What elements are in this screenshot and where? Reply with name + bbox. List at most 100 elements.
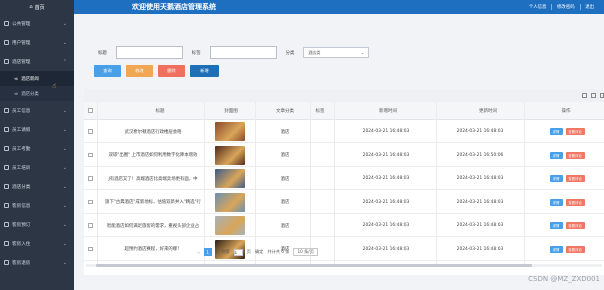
- change-password-link[interactable]: 修改密码: [557, 4, 575, 10]
- col-updated[interactable]: 更新时间: [438, 102, 538, 120]
- row-tag: [310, 120, 334, 143]
- col-title[interactable]: 标题: [102, 102, 218, 120]
- tag-filter-input[interactable]: [209, 46, 277, 59]
- view-comments-button[interactable]: 查看评论: [565, 245, 585, 253]
- sidebar-subitem-0[interactable]: ≪ 酒店新闻: [0, 71, 74, 86]
- bullet-icon: ≪: [14, 76, 19, 81]
- category-select[interactable]: 酒店类 ⌄: [303, 47, 370, 58]
- table-row[interactable]: 旗下"古典酒店"成新地标，估值双新并入"精选"行 酒店 2024-03-21 1…: [84, 191, 604, 214]
- row-category: 酒店: [280, 223, 290, 229]
- row-checkbox[interactable]: [88, 176, 93, 181]
- row-actions: 详情 查看评论: [532, 120, 602, 143]
- divider: [579, 4, 581, 10]
- sidebar-item-11[interactable]: 客房退房 ⌄: [0, 253, 74, 272]
- col-created[interactable]: 新增时间: [338, 102, 438, 120]
- row-checkbox[interactable]: [88, 246, 93, 251]
- goto-confirm-button[interactable]: 确定: [255, 249, 263, 255]
- row-updated: 2024-03-21 16:50:06: [456, 152, 504, 158]
- row-created: 2024-03-21 16:48:03: [362, 152, 410, 158]
- scrollbar-thumb[interactable]: [96, 264, 532, 267]
- page-title: 欢迎使用天鹅酒店管理系统: [132, 3, 216, 11]
- sidebar: ⌂ 首页 公共管理 ⌄ 用户管理 ⌄ 酒店管理 ⌃ ≪ 酒店新闻 ≪ 酒店分类 员工…: [0, 0, 74, 290]
- row-created: 2024-03-21 16:48:03: [362, 129, 410, 134]
- row-updated: 2024-03-21 16:48:03: [456, 129, 504, 134]
- edit-button[interactable]: 修改: [126, 65, 153, 77]
- table-row[interactable]: 武汉希尔顿酒店行政楼层会晤 酒店 2024-03-21 16:48:03 202…: [84, 120, 604, 143]
- tag-filter-label: 标签: [191, 50, 201, 56]
- sidebar-item-4[interactable]: 员工请假 ⌄: [0, 120, 74, 139]
- col-cover: 封面图: [224, 109, 238, 114]
- sidebar-item-2[interactable]: 酒店管理 ⌃: [0, 52, 74, 71]
- row-checkbox[interactable]: [88, 129, 93, 134]
- page-size-select[interactable]: 10 条/页: [293, 248, 318, 256]
- col-tag[interactable]: 标签: [312, 102, 328, 120]
- bullet-icon: ≪: [14, 91, 19, 96]
- sidebar-item-label: 员工培训: [12, 165, 31, 171]
- goto-page-input[interactable]: [233, 248, 243, 256]
- sidebar-item-6[interactable]: 员工培训 ⌄: [0, 158, 74, 177]
- table-row[interactable]: 双碳"出圈" 上市酒店如何利用数字化降本增效 酒店 2024-03-21 16:…: [84, 144, 604, 167]
- sidebar-home[interactable]: ⌂ 首页: [0, 0, 74, 14]
- next-page-icon[interactable]: ›: [216, 250, 218, 255]
- view-comments-button[interactable]: 查看评论: [565, 222, 585, 229]
- news-table-panel: 标题 封面图 文章分类 标签 新增时间 更新时间 操作 武汉希尔顿酒店行政楼层会…: [84, 89, 604, 275]
- page-current[interactable]: 1: [203, 248, 212, 256]
- sidebar-item-10[interactable]: 客房入住 ⌄: [0, 234, 74, 253]
- profile-link[interactable]: 个人信息: [529, 4, 547, 10]
- delete-button[interactable]: 删除: [158, 65, 185, 77]
- row-actions: 详情 查看评论: [532, 238, 602, 261]
- view-comments-button[interactable]: 查看评论: [565, 128, 585, 135]
- row-category: 酒店: [280, 129, 290, 135]
- doc-icon: [4, 222, 9, 227]
- table-row[interactable]: 智能酒店如何满足旅客的需求，重视头部企业占 酒店 2024-03-21 16:4…: [84, 214, 604, 237]
- row-category: 酒店: [280, 176, 290, 182]
- doc-icon: [4, 146, 9, 151]
- sidebar-item-7[interactable]: 酒店分类 ⌄: [0, 177, 74, 196]
- col-category[interactable]: 文章分类: [258, 102, 312, 120]
- view-comments-button[interactable]: 查看评论: [565, 175, 585, 182]
- sidebar-item-label: 酒店管理: [12, 59, 31, 65]
- category-filter-label: 分类: [285, 50, 295, 56]
- sidebar-item-label: 员工信息: [12, 108, 31, 114]
- sidebar-item-label: 用户管理: [12, 40, 31, 46]
- row-cover-image: [215, 169, 245, 188]
- logout-link[interactable]: 退出: [585, 4, 594, 10]
- detail-button[interactable]: 详情: [549, 198, 563, 206]
- detail-button[interactable]: 详情: [549, 128, 563, 135]
- detail-button[interactable]: 详情: [549, 222, 563, 229]
- sidebar-item-1[interactable]: 用户管理 ⌄: [0, 33, 74, 52]
- doc-icon: [4, 203, 9, 208]
- add-button[interactable]: 新增: [190, 65, 219, 77]
- select-all-checkbox[interactable]: [88, 108, 93, 113]
- detail-button[interactable]: 详情: [549, 175, 563, 182]
- print-icon[interactable]: [600, 93, 604, 98]
- view-comments-button[interactable]: 查看评论: [565, 151, 585, 159]
- title-filter-input[interactable]: [115, 46, 183, 59]
- row-checkbox[interactable]: [88, 199, 93, 204]
- export-icon[interactable]: [591, 93, 596, 98]
- sidebar-item-8[interactable]: 客房信息 ⌄: [0, 196, 74, 215]
- sidebar-item-9[interactable]: 客房预订 ⌄: [0, 215, 74, 234]
- detail-button[interactable]: 详情: [549, 151, 563, 159]
- sidebar-item-label: 客房信息: [12, 203, 31, 209]
- row-checkbox[interactable]: [88, 152, 93, 157]
- sidebar-item-0[interactable]: 公共管理 ⌄: [0, 14, 74, 33]
- table-row[interactable]: 超预约酒店赛程，好来的哪！ 酒店 2024-03-21 16:48:03 202…: [84, 238, 604, 261]
- pagination: ‹ 1 › 到第 页 确定 共计共 6 条 10 条/页: [198, 248, 318, 256]
- row-cover-image: [215, 145, 245, 165]
- search-button[interactable]: 查询: [94, 65, 121, 77]
- sidebar-item-3[interactable]: 员工信息 ⌄: [0, 101, 74, 120]
- table-row[interactable]: J有酒店又了！高端酒店比高端卖场更有面，中 酒店 2024-03-21 16:4…: [84, 167, 604, 190]
- detail-button[interactable]: 详情: [549, 245, 563, 253]
- chevron-icon: ⌄: [62, 164, 67, 171]
- sidebar-item-5[interactable]: 员工考勤 ⌄: [0, 139, 74, 158]
- sidebar-item-label: 公共管理: [12, 21, 31, 27]
- prev-page-icon[interactable]: ‹: [198, 250, 200, 255]
- view-comments-button[interactable]: 查看评论: [565, 198, 585, 206]
- row-actions: 详情 查看评论: [532, 144, 602, 167]
- page-unit-label: 页: [246, 249, 251, 254]
- horizontal-scrollbar[interactable]: [86, 264, 602, 267]
- sidebar-subitem-1[interactable]: ≪ 酒店分类: [0, 86, 74, 101]
- row-checkbox[interactable]: [88, 223, 93, 228]
- columns-icon[interactable]: [582, 93, 587, 98]
